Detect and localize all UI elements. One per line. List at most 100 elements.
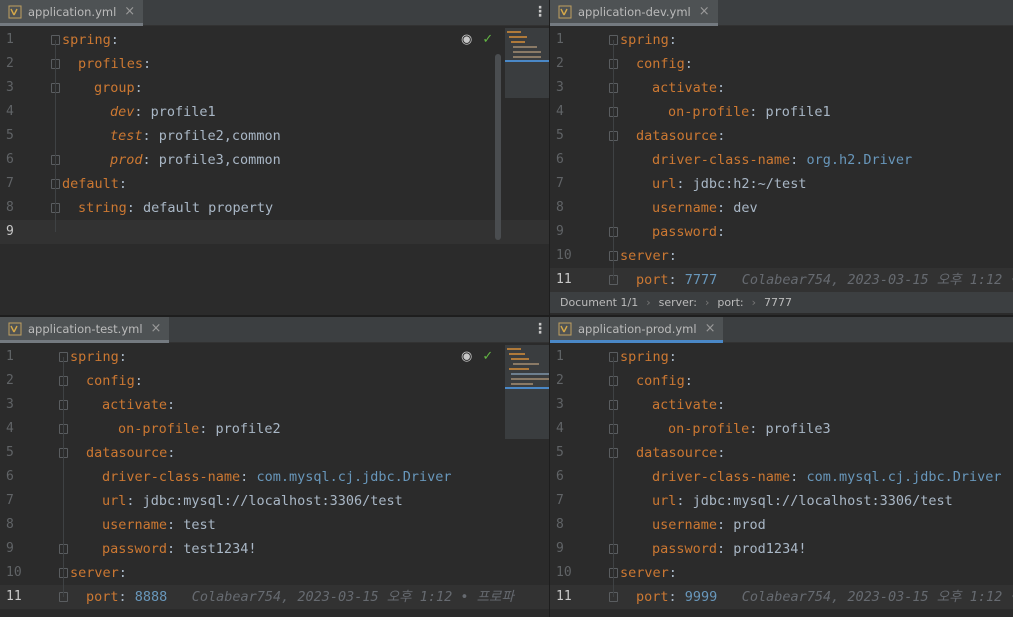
git-blame-hint[interactable]: Colabear754, 2023-03-15 오후 1:12 • 프로파 (192, 589, 514, 605)
code-line[interactable]: 5 datasource: (550, 441, 1013, 465)
code-line[interactable]: 6 driver-class-name: com.mysql.cj.jdbc.Dr… (550, 465, 1013, 489)
code-line[interactable]: 8 username: prod (550, 513, 1013, 537)
code-line[interactable]: 9 password: prod1234! (550, 537, 1013, 561)
line-number[interactable]: 5 (556, 124, 576, 148)
code-line[interactable]: 2 profiles: (0, 52, 549, 76)
minimap[interactable] (505, 345, 549, 439)
no-problems-check-icon[interactable]: ✓ (482, 32, 493, 47)
no-problems-check-icon[interactable]: ✓ (482, 349, 493, 364)
vertical-scrollbar[interactable] (495, 54, 501, 240)
code-line[interactable]: 3 activate: (550, 393, 1013, 417)
code-line[interactable]: 10 server: (550, 244, 1013, 268)
code-editor[interactable]: 1 spring: 2 config: 3 activate: 4 on-profile: p… (0, 343, 549, 617)
more-options-icon[interactable]: ⋮ (533, 4, 547, 20)
minimap[interactable] (505, 28, 549, 98)
line-number[interactable]: 2 (556, 52, 576, 76)
code-line[interactable]: 7 url: jdbc:mysql://localhost:3306/test (550, 489, 1013, 513)
pane-divider[interactable] (0, 315, 549, 317)
code-line[interactable]: 6 driver-class-name: com.mysql.cj.jdbc.Dr… (0, 465, 549, 489)
code-line[interactable]: 9 password: (550, 220, 1013, 244)
line-number[interactable]: 3 (6, 76, 26, 100)
line-number[interactable]: 4 (556, 100, 576, 124)
git-blame-hint[interactable]: Colabear754, 2023-03-15 오후 1:12 • (742, 589, 1013, 605)
code-editor[interactable]: 1 spring: 2 config: 3 activate: 4 on-profile: p… (550, 343, 1013, 617)
line-number[interactable]: 9 (6, 220, 26, 244)
breadcrumb-item[interactable]: Document 1/1 (560, 296, 638, 309)
line-number[interactable]: 10 (556, 244, 576, 268)
line-number[interactable]: 3 (6, 393, 26, 417)
tab-application-prod-yml[interactable]: application-prod.yml × (550, 317, 724, 343)
code-line[interactable]: 4 on-profile: profile1 (550, 100, 1013, 124)
code-line[interactable]: 7 url: jdbc:h2:~/test (550, 172, 1013, 196)
code-line[interactable]: 3 group: (0, 76, 549, 100)
line-number[interactable]: 10 (556, 561, 576, 585)
code-line[interactable]: 4 dev: profile1 (0, 100, 549, 124)
tab-application-dev-yml[interactable]: application-dev.yml × (550, 0, 718, 26)
code-line[interactable]: 8 string: default property (0, 196, 549, 220)
code-line[interactable]: 11 port: 8888 Colabear754, 2023-03-15 오후 … (0, 585, 549, 609)
code-line[interactable]: 1 spring: (550, 345, 1013, 369)
code-line[interactable]: 4 on-profile: profile3 (550, 417, 1013, 441)
code-line[interactable]: 6 driver-class-name: org.h2.Driver (550, 148, 1013, 172)
tab-application-yml[interactable]: application.yml × (0, 0, 144, 26)
line-number[interactable]: 5 (6, 124, 26, 148)
code-line[interactable]: 10 server: (0, 561, 549, 585)
line-number[interactable]: 3 (556, 76, 576, 100)
line-number[interactable]: 9 (556, 537, 576, 561)
line-number[interactable]: 1 (556, 28, 576, 52)
close-icon[interactable]: × (151, 321, 162, 336)
code-line[interactable]: 1 spring: (550, 28, 1013, 52)
code-editor[interactable]: 1 spring: 2 config: 3 activate: 4 on-profile: p… (550, 26, 1013, 292)
line-number[interactable]: 11 (556, 585, 576, 609)
code-line[interactable]: 8 username: dev (550, 196, 1013, 220)
code-line[interactable]: 9 password: test1234! (0, 537, 549, 561)
line-number[interactable]: 4 (6, 100, 26, 124)
line-number[interactable]: 1 (6, 345, 26, 369)
code-line[interactable]: 5 datasource: (0, 441, 549, 465)
line-number[interactable]: 9 (6, 537, 26, 561)
code-line[interactable]: 4 on-profile: profile2 (0, 417, 549, 441)
line-number[interactable]: 8 (556, 513, 576, 537)
code-line[interactable]: 3 activate: (0, 393, 549, 417)
line-number[interactable]: 7 (556, 172, 576, 196)
line-number[interactable]: 11 (556, 268, 576, 292)
line-number[interactable]: 4 (556, 417, 576, 441)
line-number[interactable]: 6 (556, 465, 576, 489)
line-number[interactable]: 3 (556, 393, 576, 417)
breadcrumb-item[interactable]: 7777 (764, 296, 792, 309)
line-number[interactable]: 8 (6, 196, 26, 220)
line-number[interactable]: 2 (6, 369, 26, 393)
reader-mode-icon[interactable]: ◉ (461, 349, 472, 364)
line-number[interactable]: 9 (556, 220, 576, 244)
code-line[interactable]: 11 port: 7777 Colabear754, 2023-03-15 오후 … (550, 268, 1013, 292)
line-number[interactable]: 4 (6, 417, 26, 441)
tab-application-test-yml[interactable]: application-test.yml × (0, 317, 170, 343)
line-number[interactable]: 8 (556, 196, 576, 220)
breadcrumb-item[interactable]: server: (659, 296, 697, 309)
line-number[interactable]: 6 (556, 148, 576, 172)
close-icon[interactable]: × (705, 321, 716, 336)
line-number[interactable]: 7 (6, 489, 26, 513)
line-number[interactable]: 6 (6, 465, 26, 489)
code-line[interactable]: 8 username: test (0, 513, 549, 537)
code-line[interactable]: 5 datasource: (550, 124, 1013, 148)
line-number[interactable]: 2 (6, 52, 26, 76)
close-icon[interactable]: × (699, 4, 710, 19)
more-options-icon[interactable]: ⋮ (533, 321, 547, 337)
line-number[interactable]: 6 (6, 148, 26, 172)
code-line[interactable]: 2 config: (550, 369, 1013, 393)
line-number[interactable]: 2 (556, 369, 576, 393)
line-number[interactable]: 5 (556, 441, 576, 465)
reader-mode-icon[interactable]: ◉ (461, 32, 472, 47)
line-number[interactable]: 7 (6, 172, 26, 196)
line-number[interactable]: 10 (6, 561, 26, 585)
code-line[interactable]: 10 server: (550, 561, 1013, 585)
code-line[interactable]: 11 port: 9999 Colabear754, 2023-03-15 오후 … (550, 585, 1013, 609)
pane-divider[interactable] (550, 315, 1013, 317)
line-number[interactable]: 8 (6, 513, 26, 537)
code-editor[interactable]: 1 spring: 2 profiles: 3 group: 4 dev: profile1 5… (0, 26, 549, 293)
line-number[interactable]: 7 (556, 489, 576, 513)
line-number[interactable]: 1 (6, 28, 26, 52)
line-number[interactable]: 11 (6, 585, 26, 609)
code-line[interactable]: 3 activate: (550, 76, 1013, 100)
